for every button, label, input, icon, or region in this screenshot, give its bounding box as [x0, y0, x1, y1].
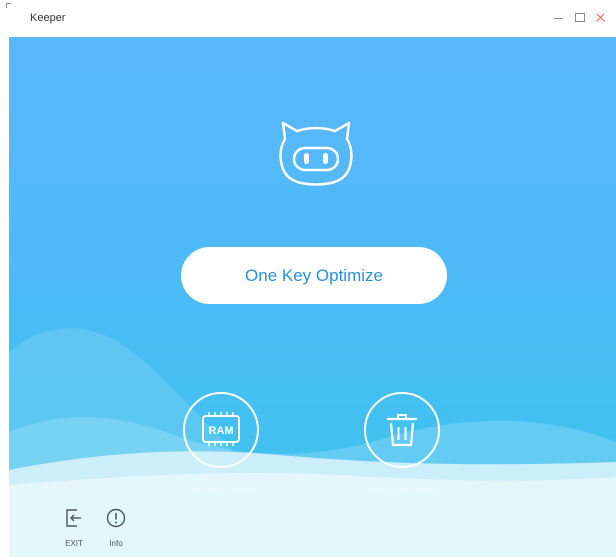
- ram-chip-label: RAM: [208, 425, 233, 437]
- ram-chip-icon: RAM: [202, 412, 240, 446]
- memory-clean-label: Memory Clean: [185, 483, 257, 495]
- app-title: Keeper: [30, 12, 66, 24]
- garbage-clean-button[interactable]: [364, 392, 440, 468]
- title-bar: Keeper: [0, 0, 616, 36]
- minimize-icon[interactable]: [553, 9, 567, 25]
- trash-icon: [386, 414, 418, 447]
- close-icon[interactable]: [595, 9, 609, 25]
- exit-label: EXIT: [65, 539, 83, 548]
- maximize-icon[interactable]: [574, 9, 588, 25]
- exit-icon: [66, 509, 81, 527]
- info-icon: [106, 508, 126, 528]
- info-label: Info: [109, 539, 123, 548]
- one-key-optimize-button[interactable]: One Key Optimize: [181, 247, 447, 304]
- main-panel: One Key Optimize RAM Memory Clean Garbag…: [9, 37, 616, 557]
- garbage-clean-label: Garbage Clean: [364, 483, 440, 495]
- window-corner-mark: [6, 3, 11, 8]
- exit-button[interactable]: EXIT: [54, 507, 94, 548]
- info-button[interactable]: Info: [96, 507, 136, 548]
- memory-clean-button[interactable]: RAM: [183, 392, 259, 468]
- robot-cat-icon: [279, 121, 353, 186]
